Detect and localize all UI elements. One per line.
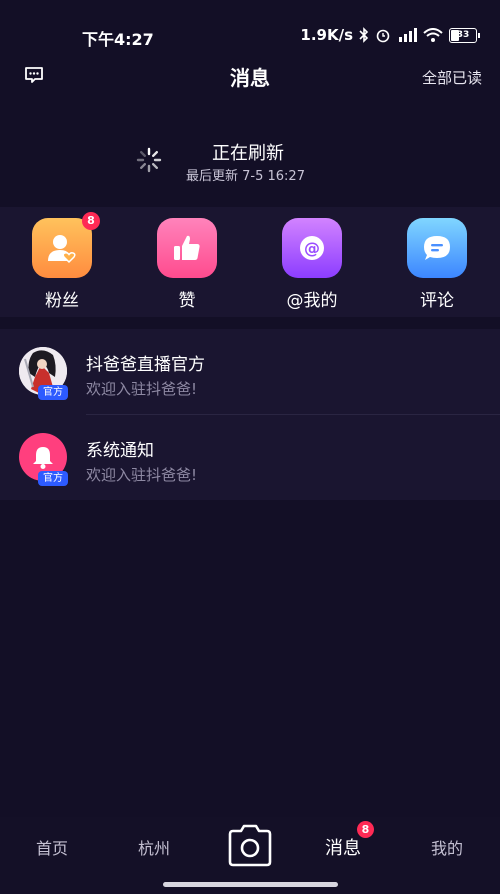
message-item-official-live[interactable]: 官方 抖爸爸直播官方 欢迎入驻抖爸爸! [0,329,500,414]
battery-icon: 33 [449,27,480,43]
at-icon: @ [300,236,324,260]
fans-icon [48,235,76,264]
svg-text:@: @ [304,239,320,258]
messages-badge: 8 [357,821,374,838]
tab-me[interactable]: 我的 [431,835,463,859]
mark-all-read-button[interactable]: 全部已读 [422,67,482,88]
category-comments[interactable]: 评论 [406,218,468,311]
category-likes[interactable]: 赞 [156,218,218,311]
camera-button[interactable] [226,824,274,868]
message-preview: 欢迎入驻抖爸爸! [86,380,198,398]
bell-icon [33,447,53,469]
signal-icon [399,28,417,42]
comment-icon [424,236,450,260]
wifi-icon [423,28,443,42]
battery-level: 33 [456,29,470,40]
tab-home[interactable]: 首页 [36,835,68,859]
status-time: 下午4:27 [82,30,154,49]
fans-tile: 8 [32,212,100,278]
loading-spinner-icon [136,147,162,177]
message-preview: 欢迎入驻抖爸爸! [86,466,198,484]
bluetooth-icon [359,27,369,43]
category-label: 赞 [178,291,196,311]
message-item-system-notice[interactable]: 官方 系统通知 欢迎入驻抖爸爸! [0,415,500,500]
category-label: 评论 [420,291,454,311]
last-update-time: 最后更新 7-5 16:27 [186,169,305,184]
message-title: 系统通知 [86,441,154,461]
thumbs-up-icon [174,235,200,260]
category-label: @我的 [286,291,338,311]
official-tag: 官方 [38,385,68,400]
alarm-icon [376,29,390,43]
tab-messages[interactable]: 消息 [325,834,361,860]
camera-icon [228,824,272,867]
refresh-status: 正在刷新 [212,143,284,164]
home-indicator [163,882,338,887]
category-fans[interactable]: 8 粉丝 [31,212,100,311]
fans-badge: 8 [82,212,100,230]
category-label: 粉丝 [45,291,79,311]
official-tag: 官方 [38,471,68,486]
likes-tile [157,218,217,278]
mentions-tile: @ [282,218,342,278]
network-speed: 1.9K/s [300,26,353,44]
message-title: 抖爸爸直播官方 [86,355,205,375]
tab-city[interactable]: 杭州 [138,835,170,859]
comments-tile [407,218,467,278]
status-icons: 1.9K/s 33 [300,26,480,44]
category-mentions[interactable]: @ @我的 [281,218,343,311]
